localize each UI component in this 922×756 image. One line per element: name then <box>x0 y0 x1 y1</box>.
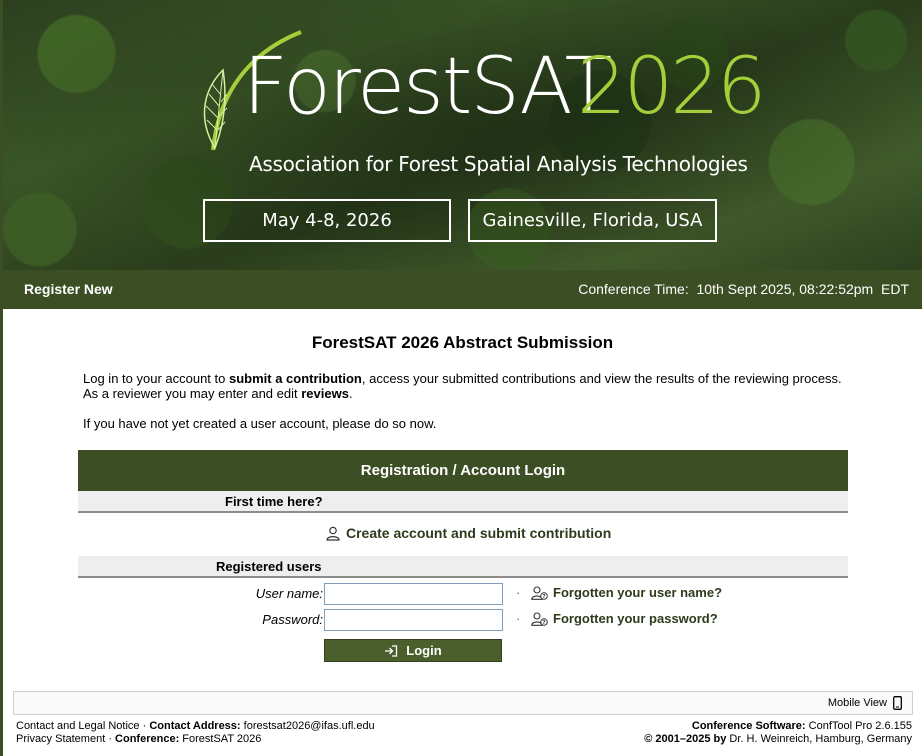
top-nav-bar: Register New Conference Time: 10th Sept … <box>3 270 922 309</box>
privacy-statement-link[interactable]: Privacy Statement <box>16 733 105 745</box>
intro-emphasis-submit: submit a contribution <box>228 371 362 386</box>
footer-right: Conference Software: ConfTool Pro 2.6.15… <box>644 720 912 746</box>
conference-label: Conference: <box>115 733 180 745</box>
footer-right-line-2: © 2001–2025 by Dr. H. Weinreich, Hamburg… <box>644 733 912 746</box>
mobile-icon <box>893 696 902 710</box>
svg-text:?: ? <box>542 620 545 626</box>
first-time-label: First time here? <box>225 494 323 509</box>
header-banner: ForestSAT 2026 Association for Forest Sp… <box>3 0 922 270</box>
forgot-username-label: Forgotten your user name? <box>553 585 723 600</box>
conference-time-zone: EDT <box>881 281 909 297</box>
contact-legal-link[interactable]: Contact and Legal Notice <box>16 720 140 732</box>
login-row: Login <box>78 633 848 665</box>
footer-right-line-1: Conference Software: ConfTool Pro 2.6.15… <box>644 720 912 733</box>
login-button-label: Login <box>406 643 442 658</box>
footer-left-line-2: Privacy Statement · Conference: ForestSA… <box>16 733 375 746</box>
intro-text: Log in to your account to submit a contr… <box>83 371 843 431</box>
footer-left-line-1: Contact and Legal Notice · Contact Addre… <box>16 720 375 733</box>
forgot-password-link[interactable]: ? Forgotten your password? <box>531 611 718 626</box>
svg-text:?: ? <box>542 594 545 600</box>
banner-shade <box>3 0 922 270</box>
intro-paragraph-1: Log in to your account to submit a contr… <box>83 371 843 401</box>
software-version: 2.6.155 <box>875 720 912 732</box>
username-row: User name: · ? Forgotten your user name? <box>78 581 848 607</box>
logo-year-text: 2026 <box>577 42 767 132</box>
copyright-label: © 2001–2025 by <box>644 733 727 745</box>
username-input[interactable] <box>324 583 503 605</box>
registered-users-section-header: Registered users <box>78 556 848 578</box>
page-title: ForestSAT 2026 Abstract Submission <box>311 333 614 352</box>
conference-name: ForestSAT 2026 <box>182 733 262 745</box>
conference-date-box: May 4-8, 2026 <box>203 199 451 242</box>
contact-email-link[interactable]: forestsat2026@ifas.ufl.edu <box>244 720 375 732</box>
footer-separator: · <box>105 733 116 745</box>
separator-dot: · <box>516 611 521 626</box>
user-question-icon: ? <box>531 611 548 626</box>
password-input[interactable] <box>324 609 503 631</box>
forgot-username-link[interactable]: ? Forgotten your user name? <box>531 585 722 600</box>
intro-text-part: . <box>348 386 353 401</box>
register-new-link[interactable]: Register New <box>24 281 113 297</box>
conference-location-box: Gainesville, Florida, USA <box>468 199 717 242</box>
conference-time-value: 10th Sept 2025, 08:22:52pm <box>696 281 874 297</box>
intro-emphasis-reviews: reviews <box>301 386 349 401</box>
mobile-view-bar: Mobile View <box>13 691 913 715</box>
create-account-label: Create account and submit contribution <box>346 525 612 541</box>
intro-paragraph-2: If you have not yet created a user accou… <box>83 416 437 431</box>
mobile-view-link[interactable]: Mobile View <box>828 696 902 710</box>
footer-separator: · <box>139 720 150 732</box>
user-icon <box>326 526 340 541</box>
contact-address-label: Contact Address: <box>149 720 241 732</box>
password-label: Password: <box>262 612 323 627</box>
conference-date: May 4-8, 2026 <box>262 210 392 231</box>
user-question-icon: ? <box>531 585 548 600</box>
conference-location: Gainesville, Florida, USA <box>482 210 703 231</box>
mobile-view-label: Mobile View <box>827 697 887 709</box>
intro-text-part: Log in to your account to <box>83 371 229 386</box>
create-account-row: Create account and submit contribution <box>78 513 848 556</box>
conference-time-label: Conference Time: <box>578 281 689 297</box>
conference-time: Conference Time: 10th Sept 2025, 08:22:5… <box>578 281 909 297</box>
software-label: Conference Software: <box>691 720 806 732</box>
login-icon <box>385 644 398 657</box>
password-row: Password: · ? Forgotten your password? <box>78 607 848 633</box>
username-label: User name: <box>255 586 323 601</box>
login-panel-title: Registration / Account Login <box>78 450 848 491</box>
login-panel: Registration / Account Login First time … <box>78 450 848 665</box>
separator-dot: · <box>516 585 521 600</box>
login-button[interactable]: Login <box>324 639 502 662</box>
banner-subtitle: Association for Forest Spatial Analysis … <box>249 152 748 176</box>
copyright-author-link[interactable]: Dr. H. Weinreich, Hamburg, Germany <box>729 733 912 745</box>
registered-users-label: Registered users <box>216 559 322 574</box>
create-account-link[interactable]: Create account and submit contribution <box>326 525 611 541</box>
logo-forestsat-text: ForestSAT <box>243 42 612 132</box>
footer-left: Contact and Legal Notice · Contact Addre… <box>16 720 375 746</box>
conftool-link[interactable]: ConfTool Pro <box>809 720 873 732</box>
forgot-password-label: Forgotten your password? <box>553 611 718 626</box>
first-time-section-header: First time here? <box>78 491 848 513</box>
